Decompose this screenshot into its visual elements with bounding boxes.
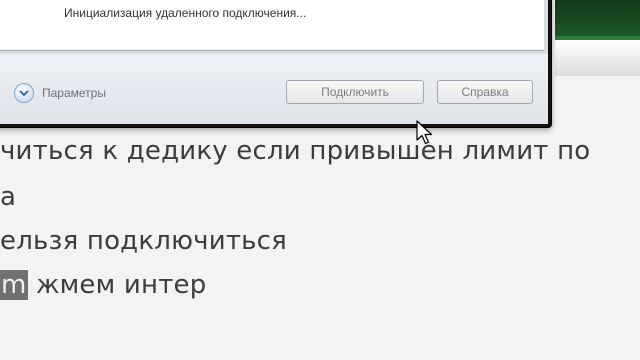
connect-button[interactable]: Подключить [286, 80, 424, 104]
document-line-4: m жмем интер [0, 270, 206, 300]
selected-text[interactable]: m [0, 270, 28, 300]
document-line-3: ельзя подключиться [0, 226, 288, 256]
background-window-toolbar [555, 40, 640, 76]
document-line-4-text: жмем интер [27, 270, 207, 300]
dialog-footer: Параметры Подключить Справка [0, 54, 548, 124]
mouse-pointer-icon [416, 120, 434, 151]
chevron-down-icon[interactable] [14, 83, 34, 103]
dialog-body: Инициализация удаленного подключения... … [0, 0, 548, 124]
background-window-titlebar [555, 0, 640, 40]
help-button[interactable]: Справка [437, 80, 533, 104]
document-line-1: читься к дедику если привышен лимит по [0, 136, 591, 166]
document-line-2: а [0, 182, 17, 212]
remote-desktop-connection-dialog: Инициализация удаленного подключения... … [0, 0, 552, 128]
options-label[interactable]: Параметры [42, 86, 106, 100]
connection-status-panel: Инициализация удаленного подключения... [0, 0, 544, 51]
connection-status-text: Инициализация удаленного подключения... [64, 6, 307, 20]
options-toggle[interactable]: Параметры [14, 83, 106, 103]
